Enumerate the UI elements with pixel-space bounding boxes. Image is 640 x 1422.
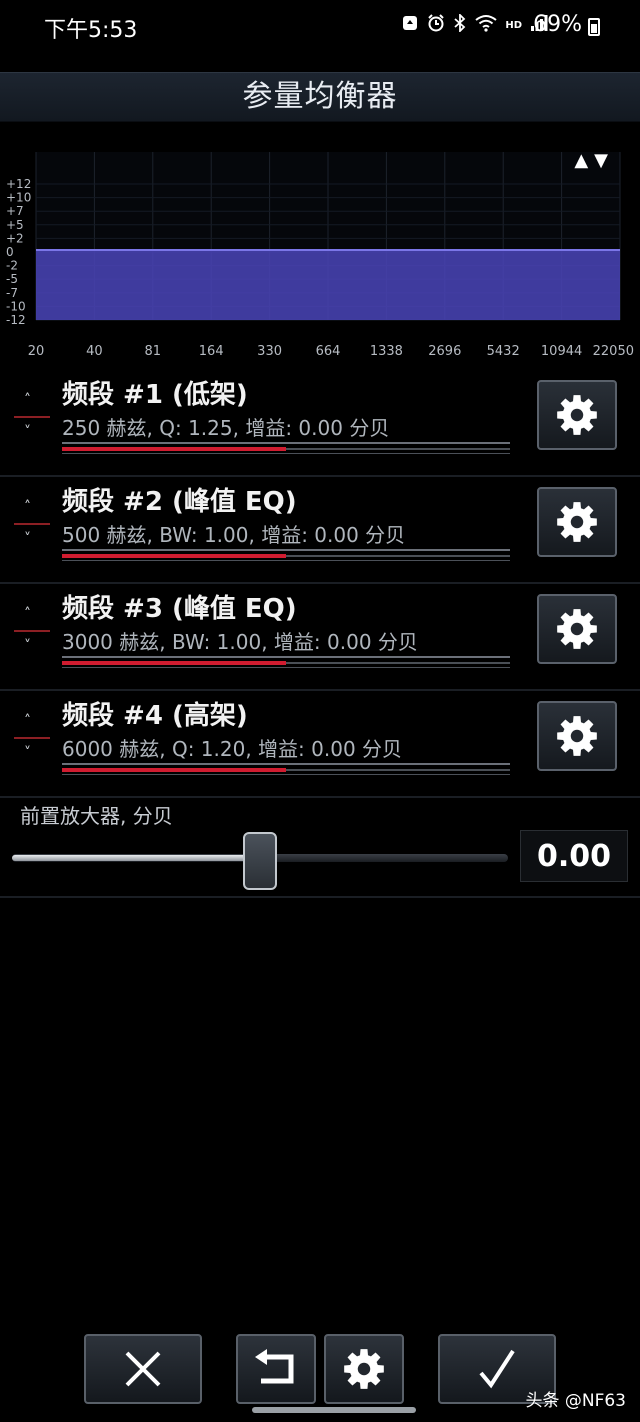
graph-y-label: +2 xyxy=(6,231,24,245)
graph-x-label: 1338 xyxy=(370,344,403,359)
graph-x-label: 5432 xyxy=(487,344,520,359)
graph-y-label: -10 xyxy=(6,299,26,313)
band-reorder[interactable]: ˄ ˅ xyxy=(14,388,50,448)
band-settings-button[interactable] xyxy=(537,701,617,771)
band-marker xyxy=(14,416,50,418)
undo-icon xyxy=(255,1349,294,1384)
notification-icon xyxy=(401,14,419,36)
chevron-down-icon[interactable]: ˅ xyxy=(24,745,31,761)
band-detail: 3000 赫兹, BW: 1.00, 增益: 0.00 分贝 xyxy=(62,630,418,654)
gear-icon xyxy=(557,716,597,756)
checkmark-icon xyxy=(479,1349,515,1389)
bluetooth-icon xyxy=(453,12,467,36)
band-detail: 250 赫兹, Q: 1.25, 增益: 0.00 分贝 xyxy=(62,416,390,440)
band-title: 频段 #2 (峰值 EQ) xyxy=(62,487,297,517)
band-row-3[interactable]: ˄ ˅ 频段 #3 (峰值 EQ) 3000 赫兹, BW: 1.00, 增益:… xyxy=(0,584,640,691)
graph-x-label: 81 xyxy=(145,344,162,359)
band-row-1[interactable]: ˄ ˅ 频段 #1 (低架) 250 赫兹, Q: 1.25, 增益: 0.00… xyxy=(0,370,640,477)
band-list: ˄ ˅ 频段 #1 (低架) 250 赫兹, Q: 1.25, 增益: 0.00… xyxy=(0,370,640,798)
band-settings-button[interactable] xyxy=(537,487,617,557)
chevron-up-icon[interactable]: ˄ xyxy=(24,392,31,408)
band-marker xyxy=(14,523,50,525)
gear-icon xyxy=(557,502,597,542)
band-gain-slider[interactable] xyxy=(62,442,510,454)
hd-label: HD xyxy=(505,19,522,31)
band-marker xyxy=(14,737,50,739)
graph-y-label: +12 xyxy=(6,177,31,191)
graph-y-label: +10 xyxy=(6,191,31,205)
graph-zoom-arrows[interactable]: ▲▼ xyxy=(574,150,614,171)
chevron-up-icon[interactable]: ˄ xyxy=(24,499,31,515)
graph-y-label: -12 xyxy=(6,313,26,327)
band-row-2[interactable]: ˄ ˅ 频段 #2 (峰值 EQ) 500 赫兹, BW: 1.00, 增益: … xyxy=(0,477,640,584)
cancel-button[interactable] xyxy=(84,1334,202,1404)
status-bar: 下午5:53 HD 69% xyxy=(0,0,640,56)
eq-response-fill xyxy=(36,250,620,320)
graph-y-label: 0 xyxy=(6,245,14,259)
chevron-up-icon[interactable]: ˄ xyxy=(24,606,31,622)
gear-icon xyxy=(557,609,597,649)
chevron-down-icon[interactable]: ˅ xyxy=(24,531,31,547)
graph-y-label: -7 xyxy=(6,286,18,300)
chevron-up-icon[interactable]: ˄ xyxy=(24,713,31,729)
band-title: 频段 #4 (高架) xyxy=(62,701,248,731)
graph-y-label: +5 xyxy=(6,218,24,232)
eq-graph-svg: +12+10+7+5+20-2-5-7-10-12 20 40 81 164 330 664… xyxy=(6,152,634,359)
band-marker xyxy=(14,630,50,632)
home-indicator[interactable] xyxy=(252,1407,416,1413)
graph-x-label: 20 xyxy=(28,344,45,359)
settings-button[interactable] xyxy=(324,1334,404,1404)
alarm-icon xyxy=(427,14,445,36)
battery-icon xyxy=(588,18,600,36)
band-settings-button[interactable] xyxy=(537,380,617,450)
eq-graph[interactable]: +12 +10 +7 +5 +2 0 -2 -5 -7 -10 -12 20 40 81 164 330 664… xyxy=(0,140,640,370)
band-settings-button[interactable] xyxy=(537,594,617,664)
band-gain-slider[interactable] xyxy=(62,763,510,775)
band-title: 频段 #3 (峰值 EQ) xyxy=(62,594,297,624)
band-title: 频段 #1 (低架) xyxy=(62,380,248,410)
band-row-4[interactable]: ˄ ˅ 频段 #4 (高架) 6000 赫兹, Q: 1.20, 增益: 0.0… xyxy=(0,691,640,798)
status-time: 下午5:53 xyxy=(44,18,138,43)
graph-x-label: 40 xyxy=(86,344,103,359)
close-icon xyxy=(125,1351,161,1387)
graph-x-label: 330 xyxy=(257,344,282,359)
graph-x-label: 2696 xyxy=(428,344,461,359)
graph-y-label: -2 xyxy=(6,259,18,273)
watermark: 头条 @NF63 xyxy=(525,1391,626,1411)
graph-y-label: -5 xyxy=(6,272,18,286)
band-gain-slider[interactable] xyxy=(62,549,510,561)
gear-icon xyxy=(557,395,597,435)
preamp-slider-fill xyxy=(12,855,260,861)
graph-x-label: 10944 xyxy=(541,344,582,359)
chevron-down-icon[interactable]: ˅ xyxy=(24,424,31,440)
page-title: 参量均衡器 xyxy=(0,72,640,122)
graph-x-label: 664 xyxy=(316,344,341,359)
graph-x-label: 22050 xyxy=(593,344,634,359)
battery-percent: 69% xyxy=(533,12,582,37)
chevron-down-icon[interactable]: ˅ xyxy=(24,638,31,654)
band-reorder[interactable]: ˄ ˅ xyxy=(14,495,50,555)
band-detail: 500 赫兹, BW: 1.00, 增益: 0.00 分贝 xyxy=(62,523,406,547)
preamp-value[interactable]: 0.00 xyxy=(520,830,628,882)
preamp-section: 前置放大器, 分贝 0.00 xyxy=(0,796,640,898)
band-detail: 6000 赫兹, Q: 1.20, 增益: 0.00 分贝 xyxy=(62,737,403,761)
wifi-icon xyxy=(475,14,497,36)
graph-x-label: 164 xyxy=(199,344,224,359)
preamp-label: 前置放大器, 分贝 xyxy=(20,804,173,828)
status-icons: HD xyxy=(401,12,548,36)
band-gain-slider[interactable] xyxy=(62,656,510,668)
band-reorder[interactable]: ˄ ˅ xyxy=(14,709,50,769)
gear-icon xyxy=(344,1349,384,1389)
reset-button[interactable] xyxy=(236,1334,316,1404)
preamp-slider-thumb[interactable] xyxy=(243,832,277,890)
graph-y-label: +7 xyxy=(6,204,24,218)
band-reorder[interactable]: ˄ ˅ xyxy=(14,602,50,662)
